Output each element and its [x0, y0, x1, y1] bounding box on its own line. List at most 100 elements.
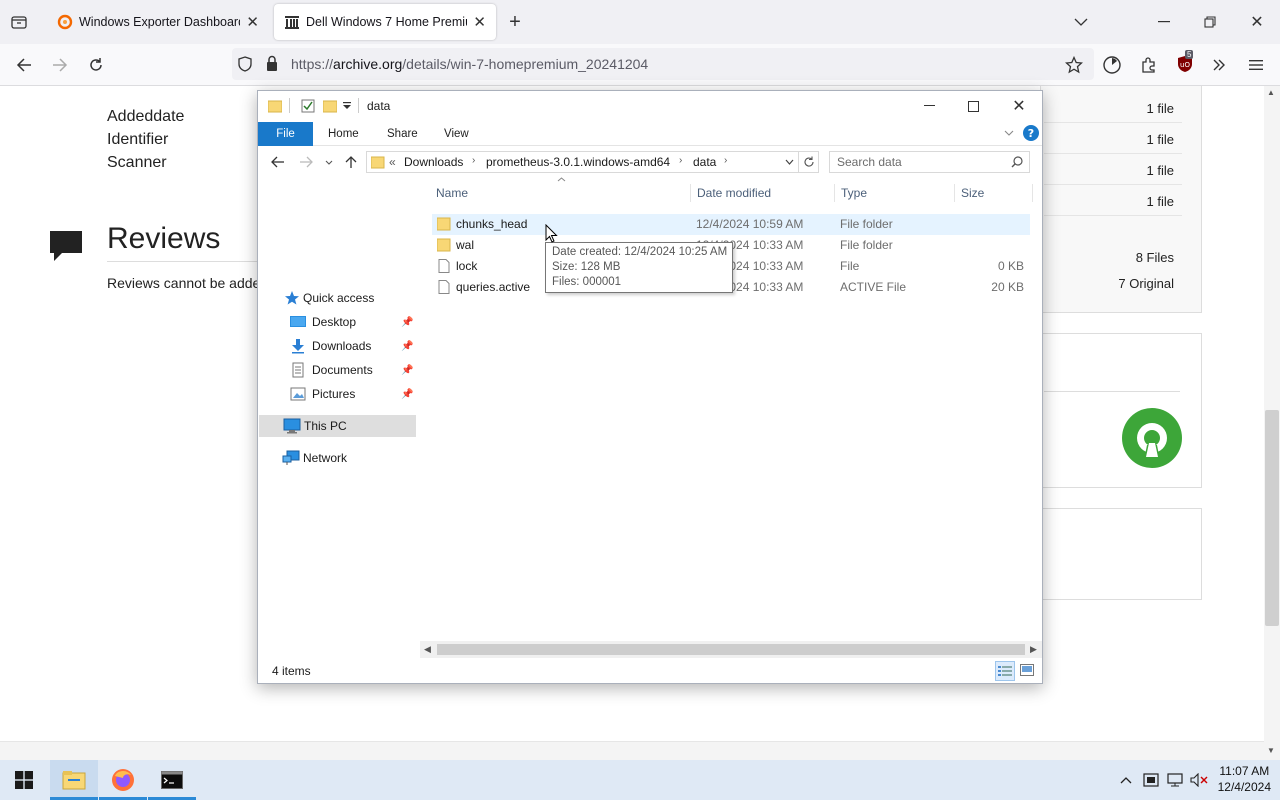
file-list-horizontal-scrollbar[interactable]: ◀ ▶	[420, 641, 1042, 658]
scrollbar-thumb[interactable]	[437, 644, 1025, 655]
nav-desktop[interactable]: Desktop 📌	[258, 311, 415, 333]
breadcrumb-data[interactable]: data	[693, 155, 716, 169]
back-icon[interactable]	[12, 53, 36, 77]
show-hidden-icons-chevron-icon[interactable]	[1118, 772, 1134, 788]
recent-locations-chevron-icon[interactable]	[322, 156, 336, 168]
tab-windows-exporter[interactable]: Windows Exporter Dashboard 2 ✕	[47, 4, 269, 40]
expand-ribbon-chevron-icon[interactable]	[1004, 130, 1014, 136]
original-files-link[interactable]: 7 Original	[1118, 276, 1174, 291]
forward-icon[interactable]	[48, 53, 72, 77]
file-row-chunks-head[interactable]: chunks_head 12/4/2024 10:59 AM File fold…	[432, 214, 1030, 235]
column-header-type[interactable]: Type	[841, 186, 867, 200]
new-tab-icon[interactable]: +	[504, 11, 526, 33]
nav-documents[interactable]: Documents 📌	[258, 359, 415, 381]
maximize-window-icon[interactable]	[958, 91, 988, 121]
breadcrumb-overflow[interactable]: «	[389, 155, 396, 169]
nav-downloads[interactable]: Downloads 📌	[258, 335, 415, 357]
file-type: ACTIVE File	[840, 280, 907, 294]
bookmark-star-icon[interactable]	[1062, 53, 1086, 77]
breadcrumb-prometheus[interactable]: prometheus-3.0.1.windows-amd64	[486, 155, 670, 169]
minimize-window-icon[interactable]	[914, 91, 944, 121]
open-source-license-icon[interactable]	[1121, 407, 1183, 469]
address-history-chevron-icon[interactable]	[785, 159, 794, 165]
page-vertical-scrollbar[interactable]: ▲ ▼	[1264, 86, 1280, 760]
tray-app-icon[interactable]	[1142, 772, 1160, 788]
column-separator[interactable]	[954, 184, 955, 202]
pin-icon: 📌	[401, 340, 414, 352]
tab-close-icon[interactable]: ✕	[246, 13, 259, 31]
network-status-icon[interactable]	[1166, 772, 1184, 788]
help-icon[interactable]: ?	[1023, 125, 1039, 141]
tracking-protection-shield-icon[interactable]	[237, 56, 253, 72]
tab-close-icon[interactable]: ✕	[473, 13, 486, 31]
url-bar[interactable]: https://archive.org/details/win-7-homepr…	[232, 48, 1094, 80]
close-window-icon[interactable]: ✕	[1004, 91, 1034, 121]
reload-icon[interactable]	[84, 53, 108, 77]
windows-logo-icon[interactable]	[15, 771, 33, 789]
firefox-view-icon[interactable]	[1100, 53, 1124, 77]
minimize-browser-icon[interactable]	[1152, 12, 1176, 32]
nav-network[interactable]: Network	[258, 447, 415, 469]
breadcrumb-downloads[interactable]: Downloads	[404, 155, 463, 169]
customize-toolbar-dropdown-icon[interactable]	[343, 102, 351, 110]
folder-app-icon	[268, 99, 282, 113]
column-header-date[interactable]: Date modified	[697, 186, 771, 200]
column-header-size[interactable]: Size	[961, 186, 984, 200]
scroll-right-arrow-icon[interactable]: ▶	[1030, 644, 1037, 655]
explorer-forward-icon[interactable]	[296, 154, 316, 170]
nav-quick-access[interactable]: Quick access	[258, 287, 415, 309]
nav-pictures[interactable]: Pictures 📌	[258, 383, 415, 405]
file-count[interactable]: 1 file	[1147, 101, 1174, 116]
list-all-tabs-icon[interactable]	[1070, 12, 1092, 32]
search-input[interactable]: Search data	[829, 151, 1030, 173]
ribbon-tab-share[interactable]: Share	[387, 122, 418, 146]
large-icons-view-icon[interactable]	[1020, 664, 1034, 676]
start-button[interactable]	[0, 760, 48, 800]
tab-overview-icon[interactable]	[8, 12, 30, 32]
column-separator[interactable]	[834, 184, 835, 202]
reviews-heading: Reviews	[107, 222, 221, 255]
restore-browser-icon[interactable]	[1198, 12, 1222, 32]
scrollbar-thumb[interactable]	[1265, 410, 1279, 626]
new-folder-quick-icon[interactable]	[323, 99, 337, 113]
app-menu-hamburger-icon[interactable]	[1244, 53, 1268, 77]
tab-title: Dell Windows 7 Home Premium	[306, 15, 468, 29]
details-view-icon[interactable]	[995, 661, 1015, 681]
more-tools-chevron-icon[interactable]	[1207, 53, 1231, 77]
search-icon[interactable]	[1011, 156, 1023, 168]
refresh-icon[interactable]	[803, 156, 815, 168]
refresh-button[interactable]	[799, 151, 819, 173]
extensions-puzzle-icon[interactable]	[1137, 53, 1161, 77]
ribbon-tab-view[interactable]: View	[444, 122, 469, 146]
status-bar: 4 items	[258, 658, 1042, 684]
address-breadcrumb[interactable]: « Downloads › prometheus-3.0.1.windows-a…	[366, 151, 799, 173]
scroll-down-arrow-icon[interactable]: ▼	[1267, 746, 1275, 755]
taskbar-terminal[interactable]	[148, 760, 196, 800]
scroll-up-arrow-icon[interactable]: ▲	[1267, 88, 1275, 97]
scroll-left-arrow-icon[interactable]: ◀	[424, 644, 431, 655]
file-date: 12/4/2024 10:59 AM	[696, 217, 804, 231]
taskbar-file-explorer[interactable]	[50, 760, 98, 800]
show-all-files-link[interactable]: 8 Files	[1136, 250, 1174, 265]
volume-muted-icon[interactable]	[1189, 772, 1209, 788]
properties-quick-icon[interactable]	[301, 99, 315, 113]
column-separator[interactable]	[1032, 184, 1033, 202]
nav-this-pc[interactable]: This PC	[259, 415, 416, 437]
file-count[interactable]: 1 file	[1147, 194, 1174, 209]
file-count[interactable]: 1 file	[1147, 163, 1174, 178]
pin-icon: 📌	[401, 316, 414, 328]
explorer-back-icon[interactable]	[268, 154, 288, 170]
padlock-icon[interactable]	[265, 55, 279, 72]
column-separator[interactable]	[690, 184, 691, 202]
column-header-name[interactable]: Name	[436, 186, 468, 200]
ribbon-tab-file[interactable]: File	[258, 122, 313, 146]
ribbon-tab-home[interactable]: Home	[328, 122, 359, 146]
archive-favicon-icon	[284, 14, 300, 30]
file-count[interactable]: 1 file	[1147, 132, 1174, 147]
taskbar-clock[interactable]: 11:07 AM 12/4/2024	[1218, 763, 1271, 795]
taskbar-firefox[interactable]	[99, 760, 147, 800]
up-one-level-icon[interactable]	[342, 154, 360, 170]
close-browser-icon[interactable]: ✕	[1245, 12, 1269, 32]
tab-dell-windows-7[interactable]: Dell Windows 7 Home Premium ✕	[274, 4, 496, 40]
ublock-origin-icon[interactable]: uO 5	[1173, 50, 1197, 76]
